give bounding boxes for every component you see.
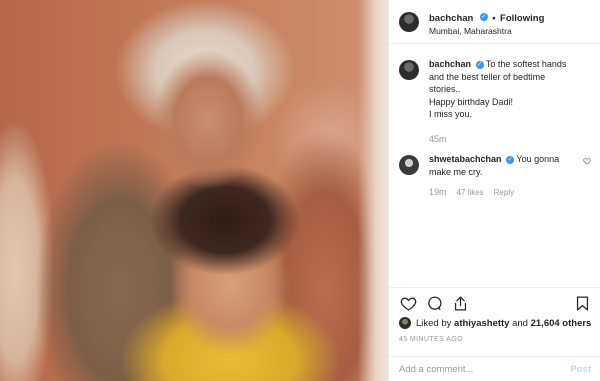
action-bar bbox=[389, 287, 600, 319]
commenter-username[interactable]: shwetabachchan bbox=[429, 154, 502, 164]
following-button[interactable]: Following bbox=[500, 13, 544, 24]
comments-section: bachchan ✓ To the softest hands and the … bbox=[389, 52, 600, 287]
share-icon[interactable] bbox=[449, 293, 471, 315]
caption-avatar[interactable] bbox=[399, 60, 419, 80]
add-comment-bar: Post bbox=[389, 356, 600, 381]
post-header: bachchan ✓ • Following Mumbai, Maharasht… bbox=[389, 0, 600, 44]
comment-input[interactable] bbox=[399, 363, 571, 375]
verified-badge-icon: ✓ bbox=[475, 60, 484, 69]
caption-username[interactable]: bachchan bbox=[429, 59, 471, 69]
caption-line-2: Happy birthday Dadi! bbox=[429, 96, 514, 107]
verified-badge-icon: ✓ bbox=[479, 12, 488, 21]
comment-likes[interactable]: 47 likes bbox=[457, 187, 484, 200]
photo-edge-shade bbox=[358, 0, 388, 381]
likes-prefix: Liked by bbox=[416, 317, 452, 329]
caption-time[interactable]: 45m bbox=[429, 133, 579, 146]
post-sidebar: bachchan ✓ • Following Mumbai, Maharasht… bbox=[388, 0, 600, 381]
author-avatar[interactable] bbox=[399, 11, 419, 32]
caption: bachchan ✓ To the softest hands and the … bbox=[389, 52, 600, 145]
comment-meta: 19m 47 likes Reply bbox=[429, 186, 579, 200]
comment-icon[interactable] bbox=[423, 293, 445, 315]
header-separator: • bbox=[492, 12, 496, 24]
post-photo[interactable] bbox=[0, 0, 388, 381]
heart-icon[interactable] bbox=[397, 293, 419, 315]
comment-text: shwetabachchan ✓ You gonna make me cry. … bbox=[429, 153, 579, 200]
liker-avatar[interactable] bbox=[399, 317, 411, 329]
verified-badge-icon: ✓ bbox=[506, 155, 515, 164]
comment-time[interactable]: 19m bbox=[429, 186, 447, 199]
likes-summary: Liked by athiyashetty and 21,604 others bbox=[399, 317, 591, 329]
commenter-avatar[interactable] bbox=[399, 155, 419, 175]
comment-item: shwetabachchan ✓ You gonna make me cry. … bbox=[389, 145, 600, 200]
post-comment-button[interactable]: Post bbox=[570, 364, 591, 375]
caption-line-3: I miss you. bbox=[429, 109, 473, 119]
author-username[interactable]: bachchan bbox=[429, 13, 473, 24]
likes-count[interactable]: 21,604 others bbox=[531, 318, 592, 329]
likes-joiner: and bbox=[512, 317, 528, 329]
liker-username[interactable]: athiyashetty bbox=[454, 318, 509, 329]
small-heart-icon[interactable] bbox=[583, 153, 591, 200]
bookmark-icon[interactable] bbox=[571, 293, 593, 315]
header-meta: bachchan ✓ • Following Mumbai, Maharasht… bbox=[429, 7, 544, 36]
post-timestamp[interactable]: 45 MINUTES AGO bbox=[399, 336, 463, 343]
reply-button[interactable]: Reply bbox=[494, 187, 514, 200]
instagram-post: bachchan ✓ • Following Mumbai, Maharasht… bbox=[0, 0, 600, 381]
caption-text: bachchan ✓ To the softest hands and the … bbox=[429, 58, 579, 145]
location-link[interactable]: Mumbai, Maharashtra bbox=[429, 26, 544, 36]
